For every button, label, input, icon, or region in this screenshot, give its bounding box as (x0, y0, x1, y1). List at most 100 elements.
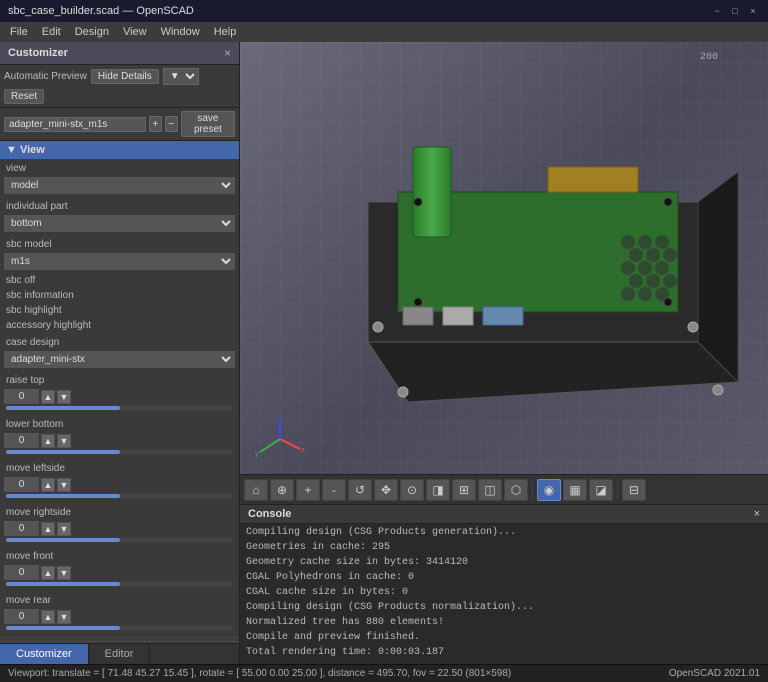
move-leftside-slider-track[interactable] (6, 494, 233, 498)
lower-bottom-input[interactable] (4, 433, 39, 448)
vp-view-top-btn[interactable]: ⊙ (400, 479, 424, 501)
raise-top-slider-fill (6, 406, 120, 410)
vp-zoom-in-btn[interactable]: + (296, 479, 320, 501)
menu-item-file[interactable]: File (4, 24, 34, 40)
svg-text:y: y (255, 449, 259, 458)
individual-part-row: bottom (0, 214, 239, 233)
tab-customizer[interactable]: Customizer (0, 644, 89, 664)
vp-rotate-btn[interactable]: ↺ (348, 479, 372, 501)
customizer-close-btn[interactable]: × (224, 46, 231, 60)
console-line: CGAL cache size in bytes: 0 (246, 585, 762, 600)
individual-part-label: individual part (0, 199, 239, 214)
menu-item-edit[interactable]: Edit (36, 24, 67, 40)
customizer-header: Customizer × (0, 42, 239, 65)
move-rightside-slider-track[interactable] (6, 538, 233, 542)
vp-render-preview-btn[interactable]: ◉ (537, 479, 561, 501)
vp-view-3d-btn[interactable]: ⊞ (452, 479, 476, 501)
move-rear-input[interactable] (4, 609, 39, 624)
raise-top-input[interactable] (4, 389, 39, 404)
raise-top-down-btn[interactable]: ▼ (57, 390, 71, 404)
close-btn[interactable]: × (746, 4, 760, 18)
move-rear-up-btn[interactable]: ▲ (41, 610, 55, 624)
preset-input[interactable] (4, 117, 146, 132)
case-design-select[interactable]: adapter_mini-stx (4, 351, 235, 368)
vp-view-side-btn[interactable]: ◨ (426, 479, 450, 501)
move-front-slider-track[interactable] (6, 582, 233, 586)
vp-render-full-btn[interactable]: ▦ (563, 479, 587, 501)
console-line: CGAL Polyhedrons in cache: 0 (246, 570, 762, 585)
move-front-down-btn[interactable]: ▼ (57, 566, 71, 580)
param-individual-part-group: individual part bottom (0, 197, 239, 235)
viewport-toolbar: ⌂ ⊕ + - ↺ ✥ ⊙ ◨ ⊞ ◫ ⬡ ◉ ▦ ◪ ⊟ (240, 474, 768, 504)
move-front-up-btn[interactable]: ▲ (41, 566, 55, 580)
move-rear-down-btn[interactable]: ▼ (57, 610, 71, 624)
maximize-btn[interactable]: □ (728, 4, 742, 18)
minimize-btn[interactable]: − (710, 4, 724, 18)
3d-viewport[interactable]: x y z 200 ⌂ ⊕ + - ↺ ✥ ⊙ ◨ ⊞ ◫ (240, 42, 768, 504)
move-leftside-up-btn[interactable]: ▲ (41, 478, 55, 492)
raise-top-up-btn[interactable]: ▲ (41, 390, 55, 404)
reset-btn[interactable]: Reset (4, 89, 44, 104)
lower-bottom-slider-track[interactable] (6, 450, 233, 454)
vp-export-btn[interactable]: ⊟ (622, 479, 646, 501)
console-close-btn[interactable]: × (754, 508, 760, 520)
move-rear-slider-track[interactable] (6, 626, 233, 630)
tab-editor[interactable]: Editor (89, 644, 151, 664)
move-front-input[interactable] (4, 565, 39, 580)
hide-details-btn[interactable]: Hide Details (91, 69, 159, 84)
customizer-toolbar: Automatic Preview Hide Details ▼ Reset (0, 65, 239, 108)
console-header: Console × (240, 505, 768, 524)
vp-view-extra1-btn[interactable]: ◫ (478, 479, 502, 501)
customizer-title: Customizer (8, 47, 68, 59)
app-version: OpenSCAD 2021.01 (669, 668, 760, 679)
move-leftside-down-btn[interactable]: ▼ (57, 478, 71, 492)
view-select[interactable]: model (4, 177, 235, 194)
individual-part-select[interactable]: bottom (4, 215, 235, 232)
preset-add-btn[interactable]: + (149, 116, 162, 132)
view-label: view (0, 161, 239, 176)
scale-indicator: 200 (700, 52, 718, 63)
vp-view-extra2-btn[interactable]: ⬡ (504, 479, 528, 501)
save-preset-btn[interactable]: save preset (181, 111, 235, 137)
param-move-leftside-group: move leftside ▲ ▼ (0, 459, 239, 503)
lower-bottom-slider-fill (6, 450, 120, 454)
left-panel: Customizer × Automatic Preview Hide Deta… (0, 42, 240, 664)
window-controls: − □ × (710, 4, 760, 18)
panel-tabs: Customizer Editor (0, 643, 239, 664)
param-move-front-group: move front ▲ ▼ (0, 547, 239, 591)
move-rear-slider-fill (6, 626, 120, 630)
vp-home-btn[interactable]: ⌂ (244, 479, 268, 501)
move-rightside-row: ▲ ▼ (0, 520, 239, 537)
sbc-model-select[interactable]: m1s (4, 253, 235, 270)
hide-details-select[interactable]: ▼ (163, 68, 199, 85)
menu-item-help[interactable]: Help (208, 24, 243, 40)
menu-item-window[interactable]: Window (155, 24, 206, 40)
vp-zoom-all-btn[interactable]: ⊕ (270, 479, 294, 501)
preset-remove-btn[interactable]: − (165, 116, 178, 132)
raise-top-slider-track[interactable] (6, 406, 233, 410)
move-rightside-input[interactable] (4, 521, 39, 536)
sbc-model-label: sbc model (0, 237, 239, 252)
move-leftside-slider-row (0, 493, 239, 501)
vp-render-extra-btn[interactable]: ◪ (589, 479, 613, 501)
case-design-row: adapter_mini-stx (0, 350, 239, 369)
console-content[interactable]: Compiling design (CSG Products normaliza… (240, 524, 768, 664)
raise-top-spinner: ▲ ▼ (4, 389, 235, 404)
sbc-model-row: m1s (0, 252, 239, 271)
vp-pan-btn[interactable]: ✥ (374, 479, 398, 501)
lower-bottom-down-btn[interactable]: ▼ (57, 434, 71, 448)
case-svg (318, 142, 748, 442)
right-panel: x y z 200 ⌂ ⊕ + - ↺ ✥ ⊙ ◨ ⊞ ◫ (240, 42, 768, 664)
move-leftside-input[interactable] (4, 477, 39, 492)
lower-bottom-slider-row (0, 449, 239, 457)
move-rightside-down-btn[interactable]: ▼ (57, 522, 71, 536)
view-section-header[interactable]: ▼ View (0, 141, 239, 159)
move-leftside-slider-fill (6, 494, 120, 498)
menu-item-view[interactable]: View (117, 24, 153, 40)
svg-text:x: x (301, 445, 305, 454)
menu-item-design[interactable]: Design (69, 24, 115, 40)
param-divider-1 (0, 637, 239, 638)
move-rightside-up-btn[interactable]: ▲ (41, 522, 55, 536)
lower-bottom-up-btn[interactable]: ▲ (41, 434, 55, 448)
vp-zoom-out-btn[interactable]: - (322, 479, 346, 501)
